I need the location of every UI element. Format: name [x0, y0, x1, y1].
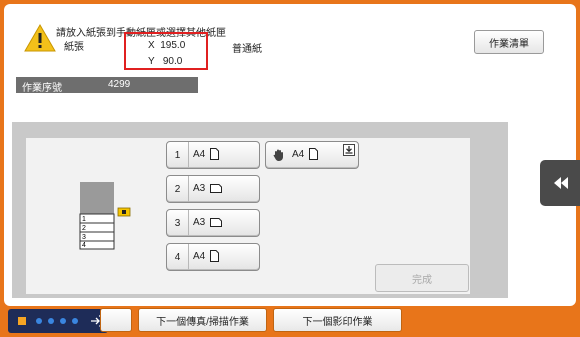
tray-4-button[interactable]: 4 A4 [166, 243, 260, 271]
done-button[interactable]: 完成 [375, 264, 469, 292]
progress-dot [60, 318, 66, 324]
tray-2-number: 2 [167, 176, 189, 202]
landscape-paper-icon [210, 184, 222, 193]
paper-label: 紙張 [64, 42, 84, 53]
tray-1-size: A4 [193, 149, 206, 160]
job-number-label: 作業序號 [22, 83, 62, 94]
tray-3-number: 3 [167, 210, 189, 236]
bypass-tray-size: A4 [292, 149, 305, 160]
landscape-paper-icon [210, 218, 222, 227]
machine-tray-diagram: 1 2 3 4 [79, 182, 131, 250]
progress-dot [36, 318, 42, 324]
hand-icon [273, 149, 283, 161]
job-list-button[interactable]: 作業清單 [474, 30, 544, 54]
paper-x-size: X 195.0 [148, 40, 186, 51]
machine-tray-4-label: 4 [82, 242, 86, 249]
portrait-paper-icon [309, 148, 318, 160]
job-number-value: 4299 [108, 79, 131, 90]
status-indicator[interactable] [8, 309, 108, 333]
progress-dot [48, 318, 54, 324]
bypass-tray-button[interactable]: A4 [265, 141, 359, 169]
status-icon [18, 317, 26, 325]
tray-2-button[interactable]: 2 A3 [166, 175, 260, 203]
tray-2-size: A3 [193, 183, 206, 194]
double-chevron-left-icon [554, 177, 568, 189]
side-panel-tab[interactable] [540, 160, 580, 206]
machine-tray-2-label: 2 [82, 225, 86, 232]
warning-icon [24, 24, 56, 52]
paper-y-size: Y 90.0 [148, 56, 183, 67]
tray-4-size: A4 [193, 251, 206, 262]
job-number-bar: 作業序號 4299 [16, 77, 198, 94]
progress-dot [72, 318, 78, 324]
machine-tray-1-label: 1 [82, 216, 86, 223]
paper-type: 普通紙 [232, 44, 262, 55]
next-fax-scan-button[interactable]: 下一個傳真/掃描作業 [138, 308, 267, 332]
machine-tray-3-label: 3 [82, 234, 86, 241]
portrait-paper-icon [210, 148, 219, 160]
next-copy-button[interactable]: 下一個影印作業 [273, 308, 402, 332]
tray-3-button[interactable]: 3 A3 [166, 209, 260, 237]
tray-1-button[interactable]: 1 A4 [166, 141, 260, 169]
tray-open-icon [343, 144, 355, 156]
tray-4-number: 4 [167, 244, 189, 270]
tray-1-number: 1 [167, 142, 189, 168]
hidden-bottom-button[interactable] [100, 308, 132, 332]
tray-3-size: A3 [193, 217, 206, 228]
portrait-paper-icon [210, 250, 219, 262]
